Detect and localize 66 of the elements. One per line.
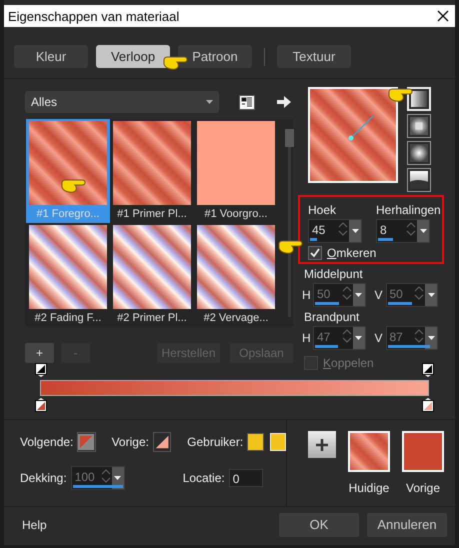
checkbox[interactable] — [308, 246, 322, 260]
gradient-style-button[interactable] — [407, 168, 431, 192]
section-label: Middelpunt — [304, 267, 364, 281]
help-link[interactable]: Help — [22, 518, 271, 532]
swatch-label: Huidige — [348, 481, 390, 495]
field-label: Hoek — [308, 203, 338, 217]
stop-marker-icon — [422, 363, 434, 377]
add-button[interactable]: + — [25, 343, 54, 363]
field-label: Herhalingen — [376, 203, 441, 217]
gradient-style-button[interactable] — [407, 141, 431, 165]
tab[interactable]: Textuur — [277, 45, 351, 68]
user-color-swatch[interactable] — [247, 433, 264, 451]
spinner-arrows-icon — [337, 220, 349, 238]
spinner-arrows-icon — [413, 284, 425, 302]
cancel-button[interactable]: Annuleren — [367, 512, 447, 536]
previous-material-swatch[interactable] — [402, 431, 444, 472]
number-field[interactable]: 45 — [308, 219, 362, 243]
spinner-arrows-icon — [340, 284, 352, 302]
center-handle-icon — [348, 113, 376, 141]
next-color-swatch[interactable] — [78, 433, 95, 451]
close-icon[interactable] — [437, 10, 449, 22]
tab[interactable]: Kleur — [14, 45, 88, 68]
window-title: Eigenschappen van materiaal — [8, 8, 180, 24]
caret-icon — [355, 336, 362, 340]
number-field[interactable]: 8 — [376, 219, 430, 243]
caret-icon — [428, 293, 434, 297]
list-view-icon[interactable] — [239, 94, 255, 110]
field-label: V — [374, 331, 382, 345]
spinner-arrows-icon — [340, 327, 352, 345]
gradient-preview[interactable] — [308, 87, 398, 183]
caret-icon — [352, 229, 358, 233]
swatch-label: Vorige — [406, 481, 440, 495]
checkbox[interactable] — [304, 356, 318, 370]
field-label: Dekking: — [20, 471, 67, 485]
field-label: Volgende: — [20, 435, 74, 449]
previous-color-swatch[interactable] — [154, 433, 170, 451]
section-label: Brandpunt — [304, 310, 360, 324]
field-label: Vorige: — [112, 435, 149, 449]
tab[interactable]: Verloop — [96, 45, 170, 68]
field-label: H — [302, 331, 310, 345]
stop-marker-icon — [35, 363, 47, 377]
color-stop-marker[interactable] — [35, 398, 47, 412]
ok-button[interactable]: OK — [279, 512, 359, 536]
category-dropdown[interactable]: Alles — [25, 91, 219, 113]
spinner-arrows-icon — [100, 467, 112, 485]
location-field[interactable]: 0 — [228, 469, 263, 487]
arrow-right-icon[interactable] — [277, 96, 291, 108]
checkbox-label: Omkeren — [327, 246, 376, 260]
plus-icon — [315, 438, 329, 452]
field-label: H — [302, 288, 310, 302]
field-label: Gebruiker: — [187, 435, 244, 449]
caret-icon — [420, 229, 426, 233]
color-stop-marker[interactable] — [422, 398, 434, 412]
caret-icon — [355, 293, 362, 297]
current-material-swatch[interactable] — [348, 431, 390, 472]
caret-icon — [428, 336, 434, 340]
tab[interactable]: Patroon — [178, 45, 252, 68]
field-label: V — [374, 288, 382, 302]
checkbox-label: Koppelen — [323, 356, 374, 370]
spinner-arrows-icon — [405, 220, 417, 238]
caret-icon — [114, 476, 122, 480]
spinner-arrows-icon — [413, 327, 425, 345]
caret-icon — [206, 100, 213, 104]
add-swatch-button[interactable] — [308, 431, 336, 458]
field-label: Locatie: — [182, 471, 225, 485]
gradient-style-button[interactable] — [407, 114, 431, 138]
